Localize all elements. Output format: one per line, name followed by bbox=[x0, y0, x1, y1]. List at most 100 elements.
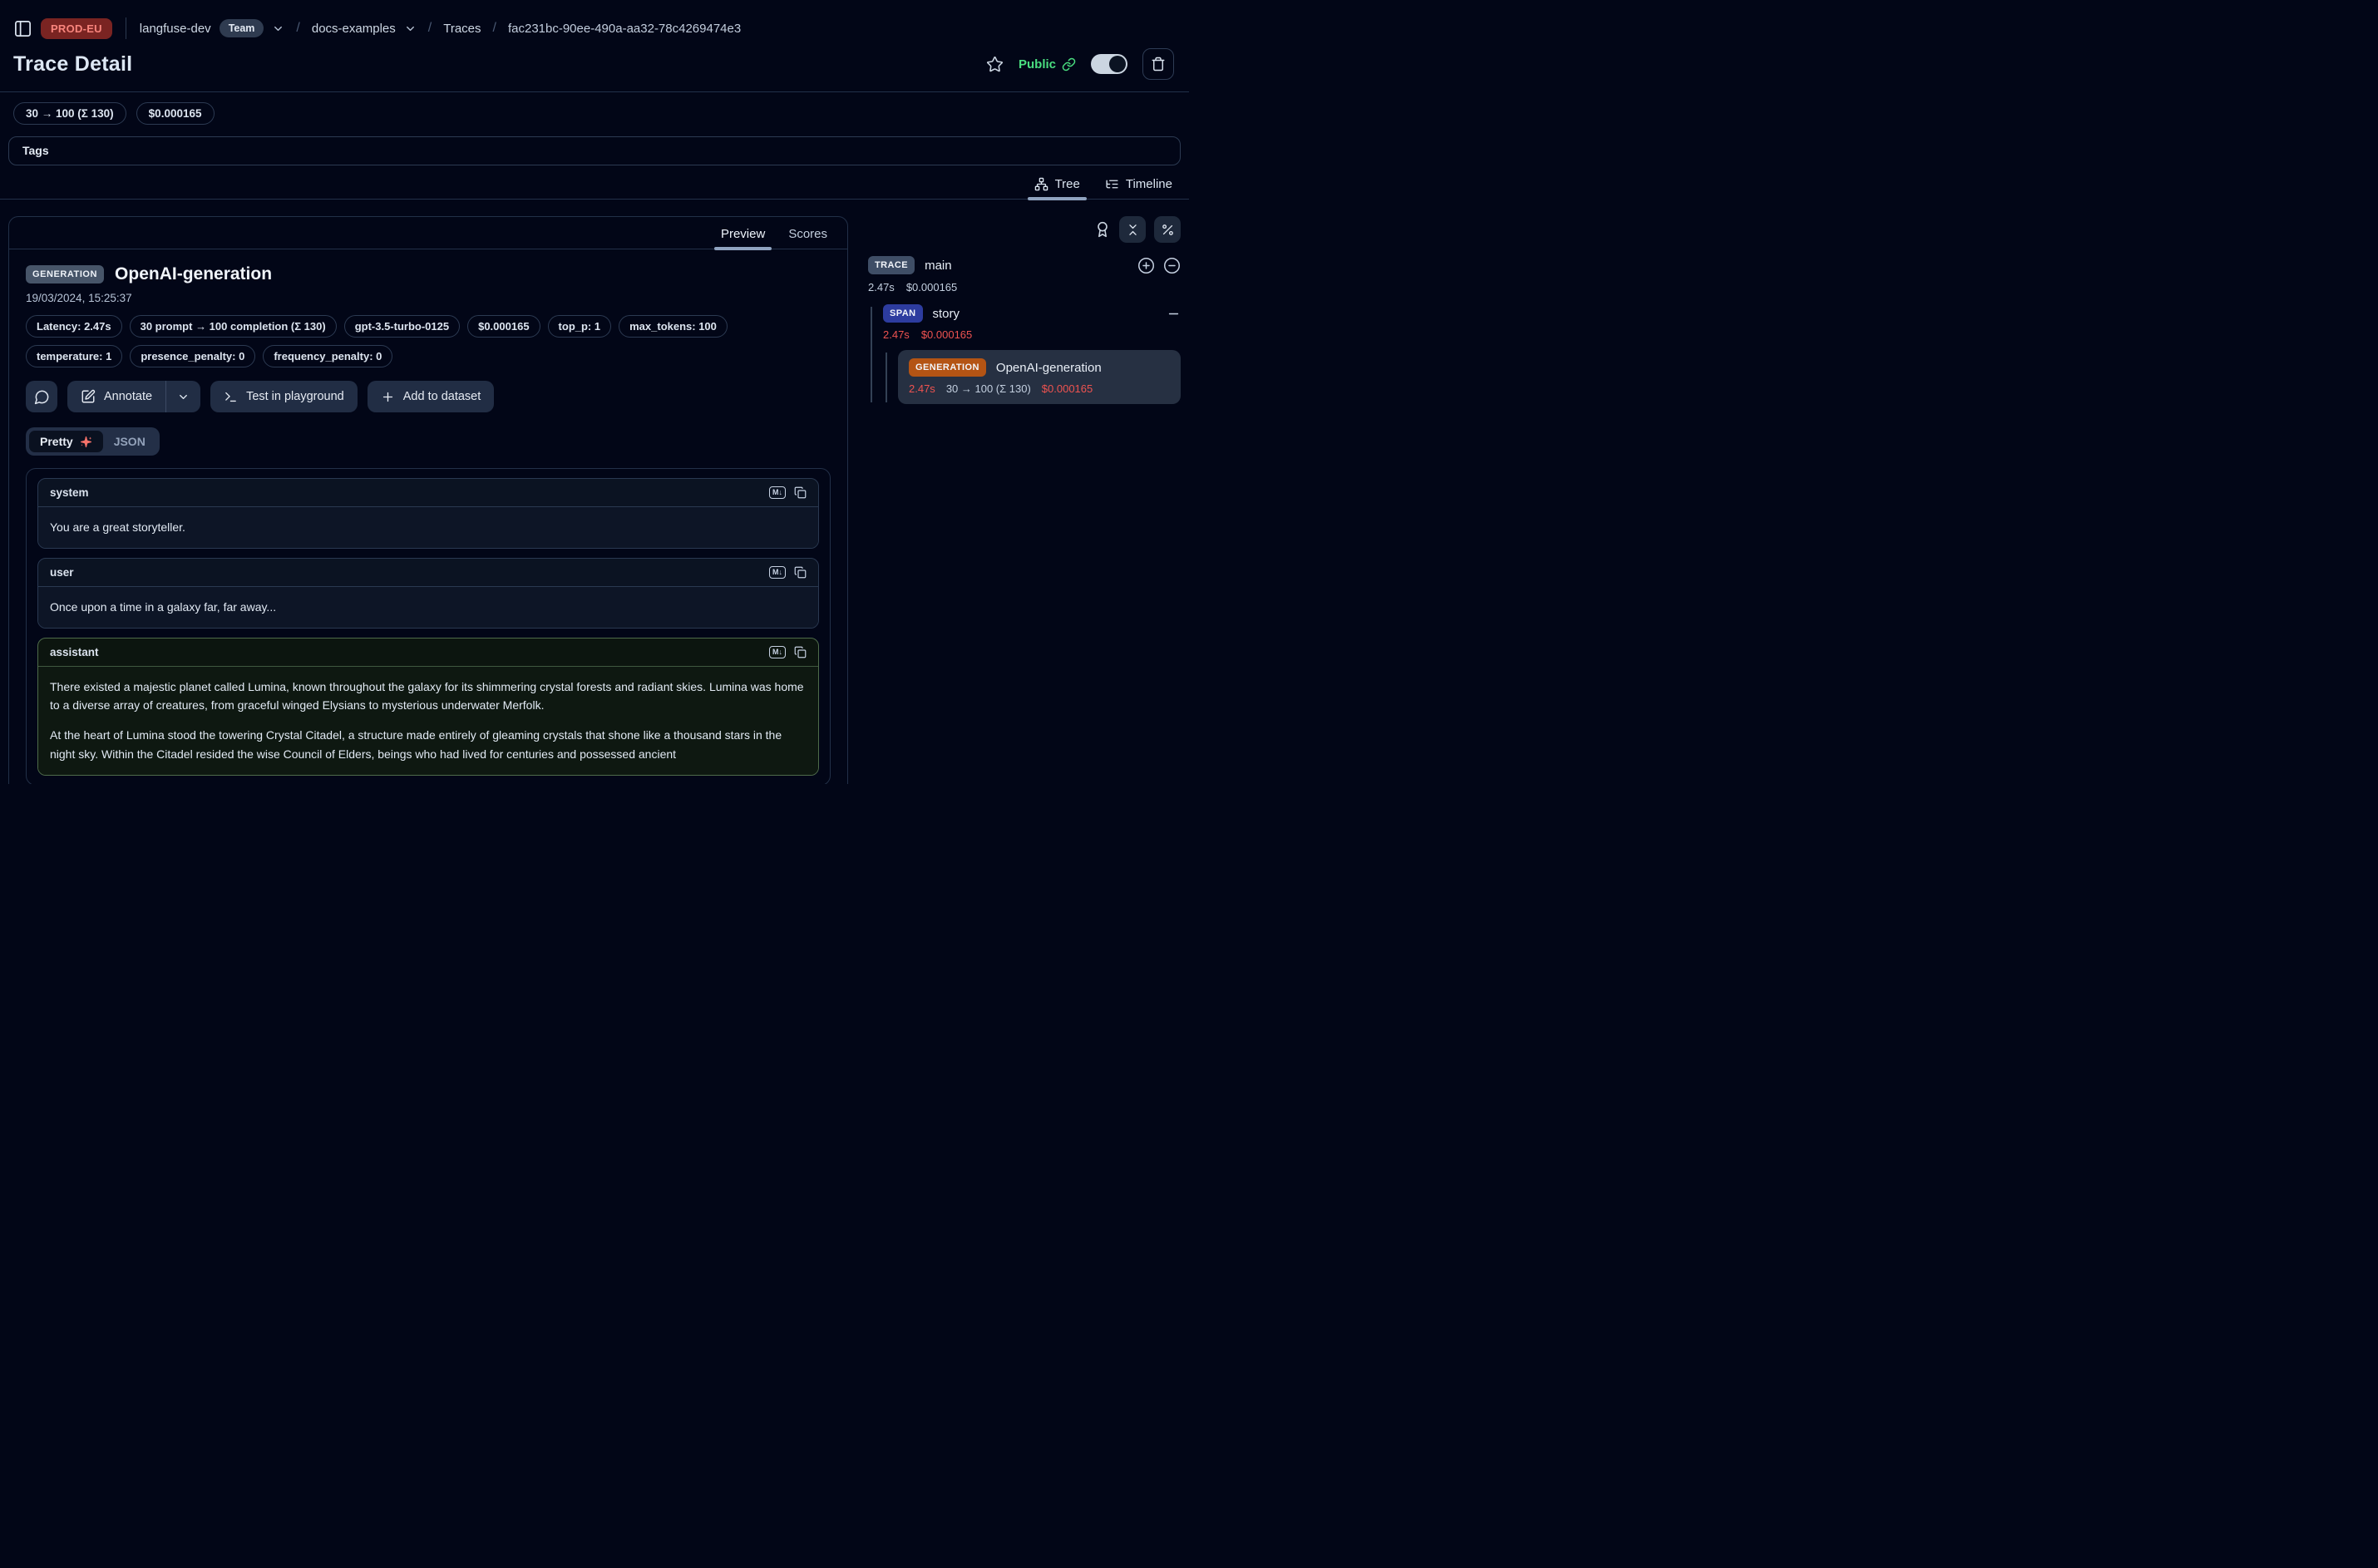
breadcrumb-separator: / bbox=[490, 21, 500, 36]
trace-cost-badge[interactable]: $0.000165 bbox=[136, 102, 215, 125]
star-icon[interactable] bbox=[986, 56, 1004, 73]
trace-latency: 2.47s bbox=[868, 281, 895, 293]
span-metrics: 2.47s $0.000165 bbox=[883, 328, 1181, 341]
span-row-icons bbox=[1167, 307, 1181, 321]
public-link[interactable]: Public bbox=[1019, 57, 1076, 71]
minus-icon[interactable] bbox=[1167, 307, 1181, 321]
observation-badges: Latency: 2.47s 30 prompt → 100 completio… bbox=[26, 315, 831, 367]
annotate-button[interactable]: Annotate bbox=[67, 381, 165, 412]
message-header-icons: M↓ bbox=[769, 486, 807, 499]
model-badge[interactable]: gpt-3.5-turbo-0125 bbox=[344, 315, 460, 338]
content: Preview Scores GENERATION OpenAI-generat… bbox=[0, 200, 1189, 784]
breadcrumb-project[interactable]: docs-examples bbox=[312, 22, 396, 36]
messages-container: system M↓ You are a great storyteller. bbox=[26, 468, 831, 784]
chevron-down-icon[interactable] bbox=[404, 22, 417, 35]
breadcrumb-separator: / bbox=[293, 21, 303, 36]
delete-trace-button[interactable] bbox=[1142, 48, 1174, 80]
tree-node-span[interactable]: SPAN story bbox=[883, 304, 1181, 323]
collapse-all-button[interactable] bbox=[1119, 216, 1146, 243]
tab-tree[interactable]: Tree bbox=[1034, 177, 1080, 199]
observation-timestamp: 19/03/2024, 15:25:37 bbox=[26, 292, 831, 304]
message-paragraph: Once upon a time in a galaxy far, far aw… bbox=[50, 598, 807, 617]
message-role: assistant bbox=[50, 646, 99, 658]
message-header: system M↓ bbox=[38, 479, 818, 507]
pretty-view-button[interactable]: Pretty bbox=[29, 431, 103, 452]
plus-icon bbox=[381, 390, 395, 404]
tab-timeline[interactable]: Timeline bbox=[1105, 177, 1172, 199]
message-header: assistant M↓ bbox=[38, 639, 818, 667]
temperature-badge[interactable]: temperature: 1 bbox=[26, 345, 122, 367]
toggle-knob bbox=[1109, 56, 1126, 72]
format-toggle: Pretty JSON bbox=[26, 427, 160, 456]
chevron-down-icon[interactable] bbox=[272, 22, 284, 35]
message-role: system bbox=[50, 486, 89, 499]
message-paragraph: At the heart of Lumina stood the towerin… bbox=[50, 726, 807, 764]
generation-row: GENERATION OpenAI-generation bbox=[909, 358, 1170, 377]
cost-badge[interactable]: $0.000165 bbox=[467, 315, 540, 338]
token-usage-badge[interactable]: 30 prompt → 100 completion (Σ 130) bbox=[130, 315, 337, 338]
copy-icon[interactable] bbox=[794, 566, 807, 579]
trace-stats: 30 → 100 (Σ 130) $0.000165 bbox=[0, 92, 1189, 133]
tab-scores[interactable]: Scores bbox=[788, 227, 827, 249]
generation-cost: $0.000165 bbox=[1042, 382, 1093, 395]
breadcrumb-org[interactable]: langfuse-dev bbox=[140, 22, 211, 36]
json-view-button[interactable]: JSON bbox=[103, 431, 156, 452]
markdown-toggle-icon[interactable]: M↓ bbox=[769, 566, 786, 579]
breadcrumb-traces[interactable]: Traces bbox=[443, 22, 481, 36]
message-circle-icon bbox=[34, 389, 50, 405]
trace-detail-page: PROD-EU langfuse-dev Team / docs-example… bbox=[0, 0, 1189, 784]
circle-minus-icon[interactable] bbox=[1163, 257, 1181, 274]
frequency-penalty-badge[interactable]: frequency_penalty: 0 bbox=[263, 345, 392, 367]
message-header: user M↓ bbox=[38, 559, 818, 587]
observation-type-badge: GENERATION bbox=[26, 265, 104, 284]
annotate-dropdown-button[interactable] bbox=[166, 381, 200, 412]
tree-node-generation-selected[interactable]: GENERATION OpenAI-generation 2.47s 30 → … bbox=[898, 350, 1181, 404]
max-tokens-badge[interactable]: max_tokens: 100 bbox=[619, 315, 728, 338]
toggle-metrics-button[interactable] bbox=[1154, 216, 1181, 243]
tree-node-trace[interactable]: TRACE main bbox=[868, 256, 1181, 274]
observation-title-row: GENERATION OpenAI-generation bbox=[26, 264, 831, 284]
presence-penalty-badge[interactable]: presence_penalty: 0 bbox=[130, 345, 255, 367]
test-in-playground-button[interactable]: Test in playground bbox=[210, 381, 358, 412]
page-title: Trace Detail bbox=[13, 52, 132, 76]
test-in-playground-label: Test in playground bbox=[246, 390, 344, 403]
message-card-system: system M↓ You are a great storyteller. bbox=[37, 478, 819, 549]
panel-body: GENERATION OpenAI-generation 19/03/2024,… bbox=[9, 249, 847, 784]
comments-button[interactable] bbox=[26, 381, 57, 412]
message-content: You are a great storyteller. bbox=[38, 507, 818, 548]
add-to-dataset-button[interactable]: Add to dataset bbox=[368, 381, 495, 412]
panel-left-icon[interactable] bbox=[13, 19, 32, 38]
trace-row-icons bbox=[1137, 257, 1181, 274]
panel-tabs: Preview Scores bbox=[9, 217, 847, 249]
environment-badge[interactable]: PROD-EU bbox=[41, 18, 112, 39]
trash-icon bbox=[1151, 57, 1166, 71]
tab-preview-label: Preview bbox=[721, 227, 765, 241]
message-header-icons: M↓ bbox=[769, 646, 807, 658]
tree-connector-line bbox=[871, 307, 872, 402]
tags-box[interactable]: Tags bbox=[8, 136, 1181, 165]
copy-icon[interactable] bbox=[794, 486, 807, 499]
message-content: There existed a majestic planet called L… bbox=[38, 667, 818, 775]
markdown-toggle-icon[interactable]: M↓ bbox=[769, 486, 786, 499]
link-icon bbox=[1062, 57, 1076, 71]
public-toggle[interactable] bbox=[1091, 54, 1127, 74]
sparkles-icon bbox=[80, 436, 92, 448]
annotate-button-group: Annotate bbox=[67, 381, 200, 412]
pretty-label: Pretty bbox=[40, 435, 73, 448]
observation-name: OpenAI-generation bbox=[115, 264, 272, 284]
add-to-dataset-label: Add to dataset bbox=[403, 390, 481, 403]
circle-plus-icon[interactable] bbox=[1137, 257, 1155, 274]
span-name: story bbox=[933, 307, 960, 321]
public-link-label: Public bbox=[1019, 57, 1056, 71]
breadcrumb-trace-id: fac231bc-90ee-490a-aa32-78c4269474e3 bbox=[508, 22, 741, 36]
message-header-icons: M↓ bbox=[769, 566, 807, 579]
latency-badge[interactable]: Latency: 2.47s bbox=[26, 315, 122, 338]
trace-badge: TRACE bbox=[868, 256, 915, 274]
trace-token-usage-badge[interactable]: 30 → 100 (Σ 130) bbox=[13, 102, 126, 125]
award-icon[interactable] bbox=[1094, 221, 1111, 238]
top-p-badge[interactable]: top_p: 1 bbox=[548, 315, 612, 338]
markdown-toggle-icon[interactable]: M↓ bbox=[769, 646, 786, 658]
tab-preview[interactable]: Preview bbox=[721, 227, 765, 249]
timeline-icon bbox=[1105, 177, 1119, 191]
copy-icon[interactable] bbox=[794, 646, 807, 658]
